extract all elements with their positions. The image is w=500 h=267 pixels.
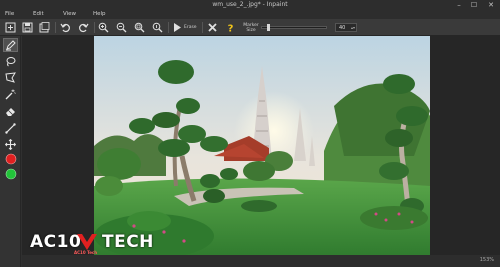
svg-text:?: ? [228,24,234,34]
magic-wand-tool[interactable] [3,87,18,101]
eraser-icon [6,107,15,116]
red-marker-button[interactable] [3,152,18,166]
move-tool[interactable] [3,137,18,151]
tools-panel [0,36,21,267]
zoom-in-icon [98,22,109,33]
open-icon [5,22,16,33]
photo-canvas[interactable] [94,36,430,258]
help-button[interactable]: ? [224,21,237,34]
ac10-tech-watermark: AC10 TECH AC10 Tech [30,232,160,258]
zoom-out-button[interactable] [115,21,128,34]
zoom-level: 153% [479,257,494,263]
window-title: wm_use_2_.jpg* - Inpaint [212,1,288,8]
open-button[interactable] [4,21,17,34]
lasso-tool[interactable] [3,54,18,68]
zoom-in-button[interactable] [97,21,110,34]
watermark-subtext: AC10 Tech [74,250,98,255]
toolbar: Erase ? Marker Size 40 ▴▾ [0,19,500,36]
save-button[interactable] [21,21,34,34]
eraser-tool[interactable] [3,104,18,118]
polygon-lasso-icon [5,71,16,83]
undo-icon [60,23,70,33]
toolbar-separator [168,22,169,33]
zoom-actual-button[interactable] [151,21,164,34]
toolbar-separator [94,22,95,33]
zoom-out-icon [116,22,127,33]
marker-icon [6,39,16,50]
marker-size-slider-thumb[interactable] [267,24,270,31]
maximize-button[interactable]: ☐ [467,0,481,10]
line-tool[interactable] [3,121,18,135]
minimize-button[interactable]: – [452,0,466,10]
redo-icon [79,23,89,33]
close-button[interactable]: ✕ [484,0,498,10]
red-marker-icon [5,153,16,165]
green-marker-button[interactable] [3,167,18,181]
watermark-text-right: TECH [102,232,154,252]
cancel-button[interactable] [206,21,219,34]
move-icon [5,138,16,150]
marker-tool[interactable] [3,38,18,52]
zoom-fit-button[interactable] [133,21,146,34]
magic-wand-icon [5,89,16,99]
erase-icon [174,23,181,32]
toolbar-separator [202,22,203,33]
cancel-icon [208,23,217,32]
green-marker-icon [5,168,16,180]
zoom-fit-icon [134,22,145,33]
save-as-icon [39,22,50,33]
menu-edit[interactable]: Edit [33,11,44,18]
menu-file[interactable]: File [5,11,14,18]
spinner-arrows-icon[interactable]: ▴▾ [351,24,355,32]
title-bar: wm_use_2_.jpg* - Inpaint – ☐ ✕ [0,0,500,10]
watermark-logo-icon [77,234,97,250]
menu-bar: File Edit View Help [0,10,500,19]
save-icon [22,22,33,33]
lasso-icon [6,56,16,66]
help-icon: ? [228,24,234,34]
zoom-actual-icon [152,22,163,33]
inpaint-window: wm_use_2_.jpg* - Inpaint – ☐ ✕ File Edit… [0,0,500,267]
menu-view[interactable]: View [63,11,76,18]
undo-button[interactable] [59,21,72,34]
watermark-text-left: AC10 [30,232,82,252]
marker-size-label-line2: Size [246,28,256,33]
marker-size-input[interactable]: 40 ▴▾ [335,23,357,32]
polygon-lasso-tool[interactable] [3,70,18,84]
line-icon [5,122,16,134]
redo-button[interactable] [77,21,90,34]
canvas-area[interactable] [22,36,500,258]
marker-size-value: 40 [339,25,346,31]
erase-button[interactable]: Erase [172,21,200,34]
toolbar-separator [55,22,56,33]
marker-size-slider[interactable] [261,24,327,31]
erase-label: Erase [184,25,197,30]
menu-help[interactable]: Help [93,11,106,18]
temple-garden-photo[interactable] [94,36,430,258]
save-as-button[interactable] [38,21,51,34]
